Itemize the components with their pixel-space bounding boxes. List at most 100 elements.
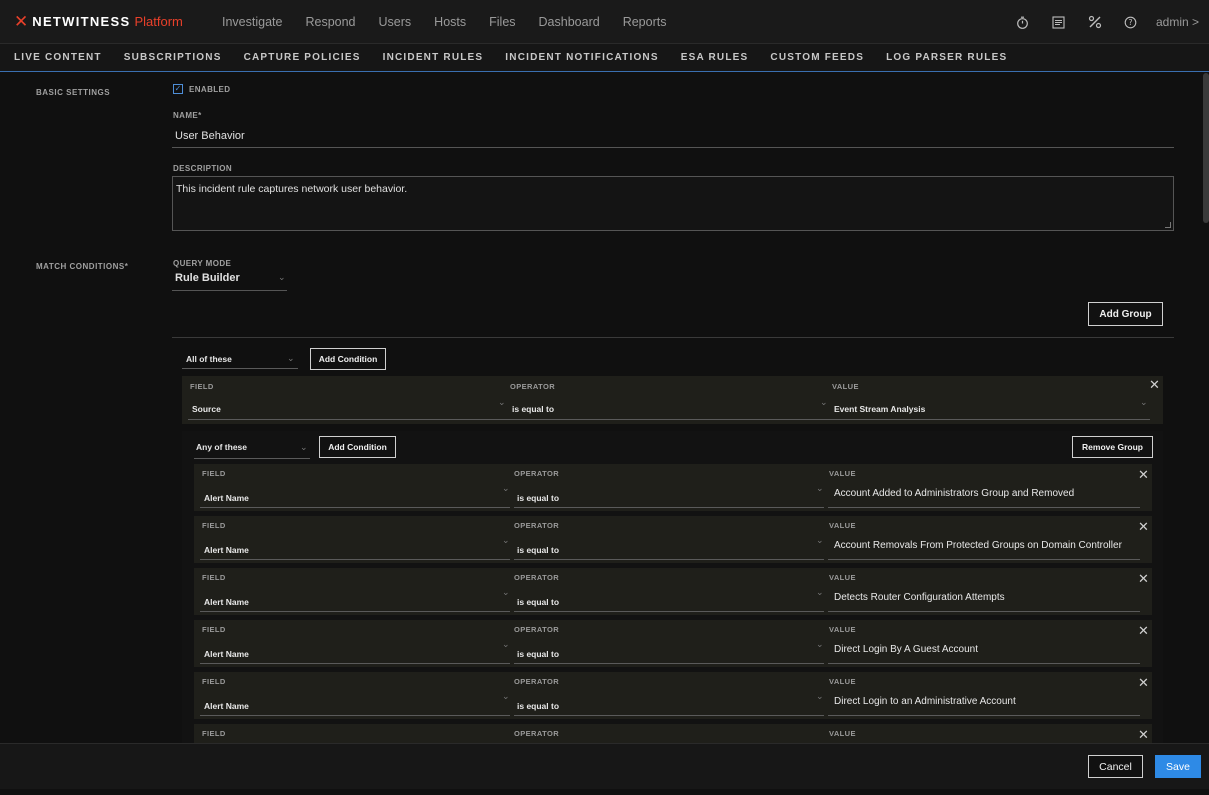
tab-live-content[interactable]: LIVE CONTENT: [14, 52, 102, 63]
enabled-checkbox[interactable]: ✓: [173, 84, 183, 94]
field-label: FIELD: [202, 729, 226, 738]
close-icon[interactable]: ✕: [1138, 624, 1149, 639]
inner-add-condition-button[interactable]: Add Condition: [319, 436, 396, 458]
value-underline: [830, 419, 1150, 420]
outer-add-condition-button[interactable]: Add Condition: [310, 348, 386, 370]
tab-log-parser-rules[interactable]: LOG PARSER RULES: [886, 52, 1007, 63]
tab-custom-feeds[interactable]: CUSTOM FEEDS: [770, 52, 864, 63]
enabled-checkbox-row[interactable]: ✓ ENABLED: [173, 84, 230, 94]
operator-underline: [514, 715, 824, 716]
nav-files[interactable]: Files: [489, 15, 515, 29]
save-button[interactable]: Save: [1155, 755, 1201, 778]
field-select[interactable]: Alert Name: [204, 493, 249, 503]
condition-row: FIELD OPERATOR VALUE ✕ Alert Name ⌄ is e…: [194, 672, 1152, 719]
help-icon[interactable]: ?: [1124, 15, 1138, 29]
user-menu[interactable]: admin >: [1156, 15, 1199, 29]
tab-esa-rules[interactable]: ESA RULES: [681, 52, 749, 63]
netwitness-logo-icon: ✕: [14, 11, 29, 32]
operator-select[interactable]: is equal to: [517, 493, 559, 503]
chevron-down-icon: ⌄: [278, 273, 286, 283]
tab-incident-notifications[interactable]: INCIDENT NOTIFICATIONS: [505, 52, 658, 63]
nav-hosts[interactable]: Hosts: [434, 15, 466, 29]
nested-condition-group: Any of these ⌄ Add Condition Remove Grou…: [182, 431, 1163, 743]
query-mode-underline: [172, 290, 287, 291]
tools-icon[interactable]: [1088, 15, 1102, 29]
basic-settings-label: BASIC SETTINGS: [36, 88, 111, 97]
field-label: FIELD: [202, 521, 226, 530]
operator-select[interactable]: is equal to: [512, 404, 554, 414]
nav-reports[interactable]: Reports: [623, 15, 667, 29]
nav-users[interactable]: Users: [379, 15, 412, 29]
outer-condition-row: FIELD OPERATOR VALUE ✕ Source ⌄ is equal…: [182, 376, 1163, 424]
netwitness-logo[interactable]: ✕ NETWITNESS Platform: [0, 12, 222, 32]
add-group-button[interactable]: Add Group: [1088, 302, 1163, 326]
outer-combinator-select[interactable]: All of these: [186, 354, 232, 364]
close-icon[interactable]: ✕: [1138, 728, 1149, 743]
operator-select[interactable]: is equal to: [517, 545, 559, 555]
value-select[interactable]: Detects Router Configuration Attempts: [834, 592, 1005, 603]
value-select[interactable]: Event Stream Analysis: [834, 404, 925, 414]
value-select[interactable]: Account Added to Administrators Group an…: [834, 488, 1074, 499]
operator-select[interactable]: is equal to: [517, 649, 559, 659]
condition-row: FIELD OPERATOR VALUE ✕ Alert Name ⌄ is e…: [194, 516, 1152, 563]
operator-label: OPERATOR: [514, 573, 560, 582]
tab-incident-rules[interactable]: INCIDENT RULES: [383, 52, 484, 63]
chevron-down-icon: ⌄: [300, 443, 308, 453]
tab-capture-policies[interactable]: CAPTURE POLICIES: [244, 52, 361, 63]
timer-icon[interactable]: [1016, 15, 1030, 29]
value-label: VALUE: [829, 677, 856, 686]
value-select[interactable]: Direct Login By A Guest Account: [834, 644, 978, 655]
close-icon[interactable]: ✕: [1138, 468, 1149, 483]
operator-label: OPERATOR: [514, 469, 560, 478]
value-label: VALUE: [829, 729, 856, 738]
operator-select[interactable]: is equal to: [517, 597, 559, 607]
value-label: VALUE: [829, 469, 856, 478]
nav-dashboard[interactable]: Dashboard: [539, 15, 600, 29]
task-list-icon[interactable]: [1052, 15, 1066, 29]
brand-product: Platform: [134, 14, 183, 29]
value-select[interactable]: Direct Login to an Administrative Accoun…: [834, 696, 1016, 707]
chevron-down-icon: ⌄: [502, 484, 510, 494]
inner-combinator-select[interactable]: Any of these: [196, 442, 247, 452]
value-underline: [828, 611, 1140, 612]
close-icon[interactable]: ✕: [1138, 572, 1149, 587]
chevron-down-icon: ⌄: [502, 536, 510, 546]
nav-respond[interactable]: Respond: [305, 15, 355, 29]
chevron-down-icon: ⌄: [816, 588, 824, 598]
operator-label: OPERATOR: [510, 382, 556, 391]
field-label: FIELD: [202, 625, 226, 634]
field-label: FIELD: [202, 469, 226, 478]
main-nav: Investigate Respond Users Hosts Files Da…: [222, 15, 689, 29]
value-underline: [828, 715, 1140, 716]
field-select[interactable]: Alert Name: [204, 545, 249, 555]
cancel-button[interactable]: Cancel: [1088, 755, 1143, 778]
field-underline: [200, 611, 510, 612]
resize-handle[interactable]: [1165, 222, 1171, 228]
field-select[interactable]: Alert Name: [204, 649, 249, 659]
operator-select[interactable]: is equal to: [517, 701, 559, 711]
field-select[interactable]: Alert Name: [204, 597, 249, 607]
close-icon[interactable]: ✕: [1138, 676, 1149, 691]
name-field[interactable]: User Behavior: [175, 130, 245, 142]
value-label: VALUE: [832, 382, 859, 391]
operator-underline: [514, 507, 824, 508]
remove-group-button[interactable]: Remove Group: [1072, 436, 1153, 458]
name-field-underline: [172, 147, 1174, 148]
field-select[interactable]: Source: [192, 404, 221, 414]
query-mode-select[interactable]: Rule Builder: [175, 272, 240, 284]
operator-underline: [508, 419, 830, 420]
close-icon[interactable]: ✕: [1149, 378, 1160, 393]
scrollbar[interactable]: [1203, 73, 1209, 223]
tab-subscriptions[interactable]: SUBSCRIPTIONS: [124, 52, 222, 63]
value-underline: [828, 559, 1140, 560]
chevron-down-icon: ⌄: [502, 692, 510, 702]
close-icon[interactable]: ✕: [1138, 520, 1149, 535]
value-select[interactable]: Account Removals From Protected Groups o…: [834, 540, 1122, 551]
field-label: FIELD: [190, 382, 214, 391]
chevron-down-icon: ⌄: [816, 536, 824, 546]
nav-investigate[interactable]: Investigate: [222, 15, 282, 29]
svg-text:?: ?: [1129, 18, 1133, 27]
condition-row: FIELD OPERATOR VALUE ✕ Alert Name ⌄ is e…: [194, 568, 1152, 615]
description-textarea[interactable]: This incident rule captures network user…: [172, 176, 1174, 231]
field-select[interactable]: Alert Name: [204, 701, 249, 711]
